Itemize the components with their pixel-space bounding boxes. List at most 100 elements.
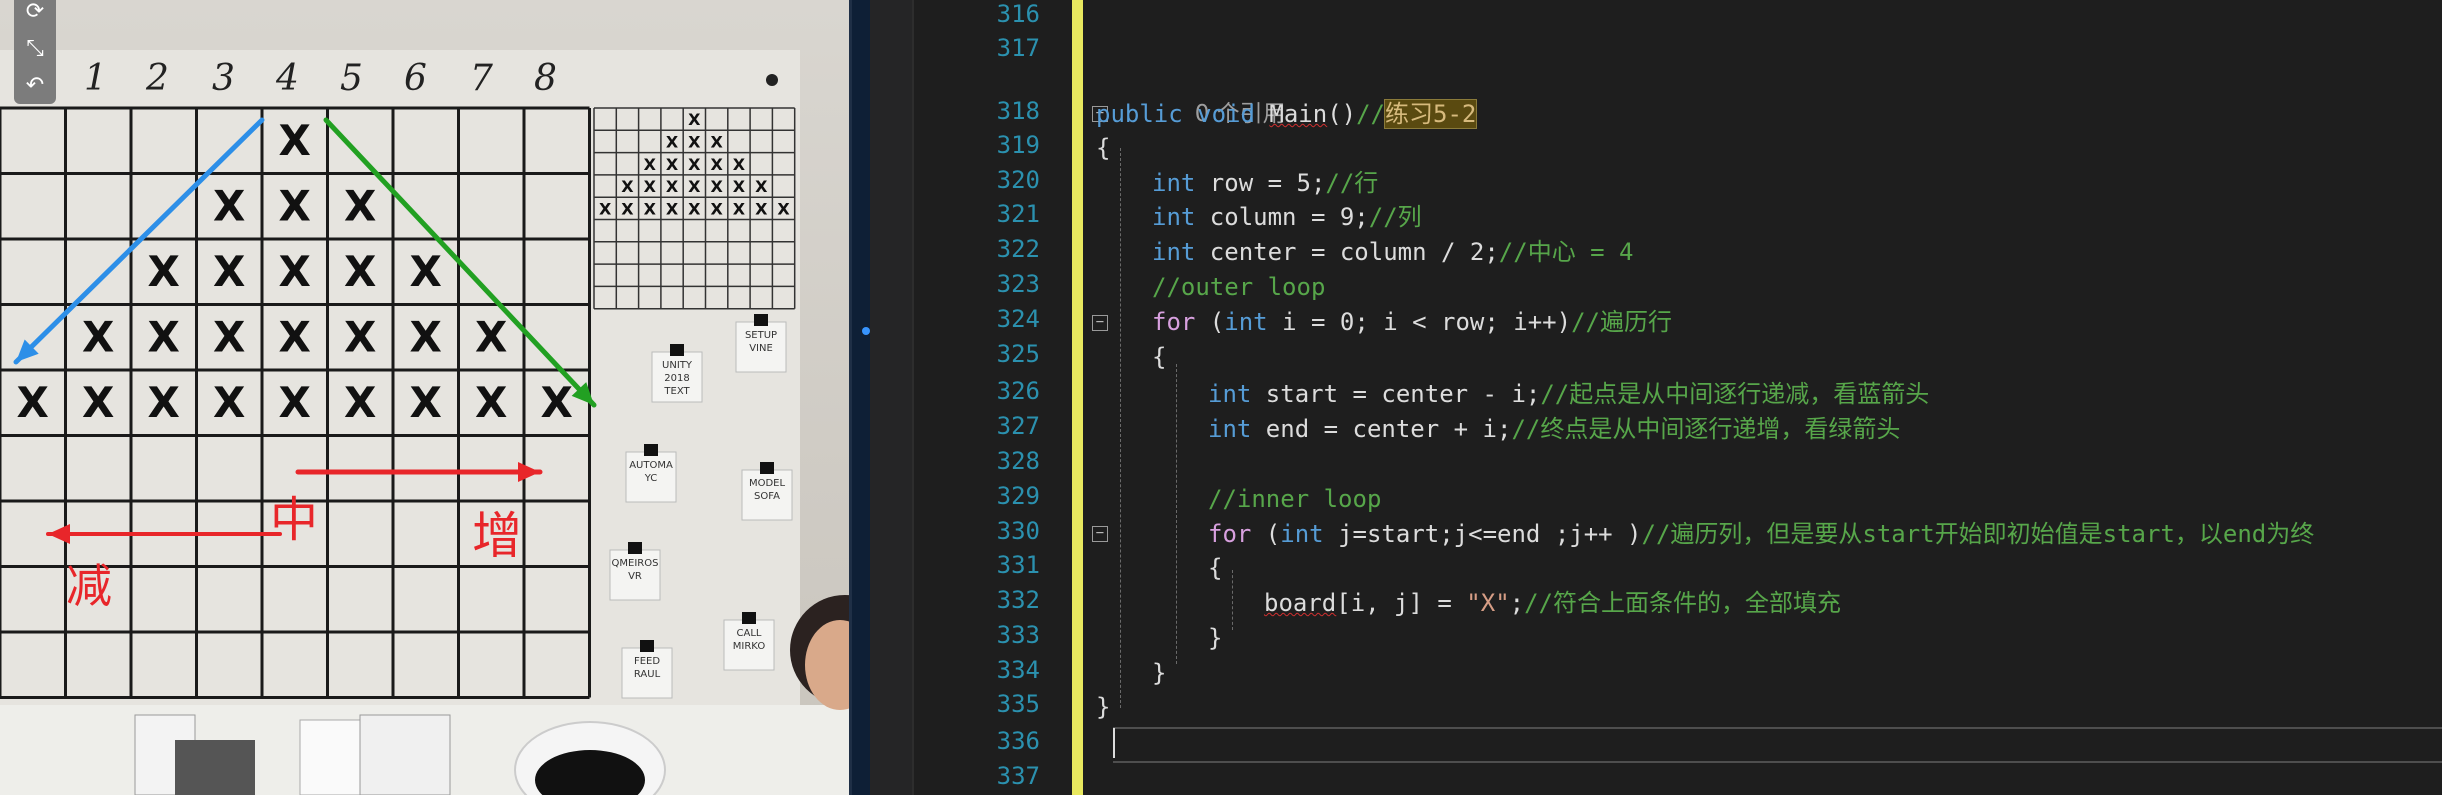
code-line-324: for (int i = 0; i < row; i++)//遍历行: [1152, 305, 1672, 339]
note-text: RAUL: [634, 669, 661, 680]
token-brace: }: [1152, 659, 1167, 687]
line-number: 323: [996, 270, 1040, 298]
note-text: QMEIROS: [612, 558, 659, 569]
token-brace: {: [1208, 554, 1223, 582]
small-cell-mark: X: [755, 199, 768, 218]
line-number: 325: [996, 340, 1040, 368]
cell-mark: X: [279, 378, 311, 427]
column-number: 7: [470, 58, 493, 99]
video-toolbar: ⟳ ⤡ ↶: [14, 0, 56, 104]
note-magnet: [754, 314, 768, 326]
column-number: 1: [84, 58, 107, 99]
column-number: 4: [276, 58, 299, 99]
note-text: MODEL: [749, 478, 786, 489]
undo-icon[interactable]: ↶: [26, 74, 44, 97]
small-cell-mark: X: [755, 177, 768, 196]
token-code: j=start;j<=end ;j++ ): [1323, 520, 1642, 548]
line-number: 333: [996, 621, 1040, 649]
token-brace: {: [1096, 134, 1111, 162]
indent-guide: [1232, 570, 1233, 630]
token-control: for: [1152, 308, 1196, 336]
cell-mark: X: [213, 181, 245, 230]
code-line-331: {: [1208, 551, 1222, 585]
line-number: 334: [996, 656, 1040, 684]
note-text: CALL: [737, 628, 762, 639]
cell-mark: X: [410, 247, 442, 296]
token-comment: //中心 = 4: [1498, 238, 1634, 266]
line-number: 316: [996, 0, 1040, 28]
cell-mark: X: [213, 312, 245, 361]
cell-mark: X: [17, 378, 49, 427]
line-number: 332: [996, 586, 1040, 614]
code-line-335: }: [1096, 690, 1110, 724]
refresh-icon[interactable]: ⟳: [26, 1, 44, 23]
cell-mark: X: [541, 378, 573, 427]
line-number: 326: [996, 377, 1040, 405]
small-cell-mark: X: [621, 177, 634, 196]
small-cell-mark: X: [710, 177, 723, 196]
token-keyword: int: [1280, 520, 1324, 548]
code-line-326: int start = center - i;//起点是从中间逐行递减，看蓝箭头: [1208, 377, 1929, 411]
fold-toggle-icon[interactable]: −: [1092, 526, 1108, 542]
code-line-327: int end = center + i;//终点是从中间逐行递增，看绿箭头: [1208, 412, 1900, 446]
cell-mark: X: [279, 181, 311, 230]
board-pin: [766, 74, 778, 86]
small-cell-mark: X: [733, 155, 746, 174]
small-cell-mark: X: [621, 199, 634, 218]
text-caret: [1113, 728, 1115, 758]
code-line-322: int center = column / 2;//中心 = 4: [1152, 235, 1634, 269]
small-cell-mark: X: [710, 155, 723, 174]
fullscreen-icon[interactable]: ⤡: [26, 37, 44, 60]
small-cell-mark: X: [710, 199, 723, 218]
token-code: row = 5;: [1195, 169, 1326, 197]
line-number: 320: [996, 166, 1040, 194]
line-number: 337: [996, 762, 1040, 790]
note-text: UNITY: [662, 360, 693, 371]
divider-handle[interactable]: [862, 327, 870, 335]
token-comment: //: [1356, 100, 1386, 128]
note-text: MIRKO: [733, 641, 766, 652]
cell-mark: X: [279, 247, 311, 296]
indent-guide: [1176, 364, 1177, 664]
cell-mark: X: [148, 378, 180, 427]
small-cell-mark: X: [688, 155, 701, 174]
token-code: [i, j] =: [1336, 589, 1467, 617]
line-number: 321: [996, 200, 1040, 228]
token-code: column = 9;: [1195, 203, 1369, 231]
small-cell-mark: X: [733, 177, 746, 196]
token-keyword: void: [1197, 100, 1255, 128]
small-cell-mark: X: [688, 132, 701, 151]
token-punct: (: [1195, 308, 1225, 336]
cell-mark: X: [410, 312, 442, 361]
pane-divider[interactable]: [849, 0, 870, 795]
token-comment: //遍历列，但是要从start开始即初始值是start，以end为终: [1641, 520, 2315, 548]
note-magnet: [628, 542, 642, 554]
small-cell-mark: X: [599, 199, 612, 218]
token-punct: (): [1327, 100, 1357, 128]
code-editor[interactable]: 316 317 318 319 320 321 322 323 324 325 326 327 328 3…: [870, 0, 2442, 795]
token-keyword: int: [1208, 380, 1252, 408]
line-number: 319: [996, 131, 1040, 159]
token-keyword: public: [1096, 100, 1183, 128]
token-comment: //列: [1368, 203, 1422, 231]
label-center: 中: [270, 492, 319, 548]
code-line-320: int row = 5;//行: [1152, 166, 1378, 200]
note-text: AUTOMA: [629, 460, 673, 471]
code-line-329: //inner loop: [1208, 482, 1381, 516]
token-method-name: Main: [1269, 100, 1328, 128]
small-cell-mark: X: [688, 199, 701, 218]
token-string: "X": [1466, 589, 1510, 617]
cell-mark: X: [279, 116, 311, 165]
code-line-333: }: [1208, 621, 1222, 655]
small-cell-mark: X: [688, 177, 701, 196]
fold-toggle-icon[interactable]: −: [1092, 315, 1108, 331]
small-cell-mark: X: [666, 155, 679, 174]
codelens-references[interactable]: 0 个引用: [1108, 62, 1286, 127]
small-cell-mark: X: [710, 132, 723, 151]
note-text: FEED: [634, 656, 660, 667]
cell-mark: X: [279, 312, 311, 361]
line-number: 328: [996, 447, 1040, 475]
token-punct: ;: [1509, 589, 1525, 617]
small-cell-mark: X: [644, 199, 657, 218]
small-cell-mark: X: [733, 199, 746, 218]
